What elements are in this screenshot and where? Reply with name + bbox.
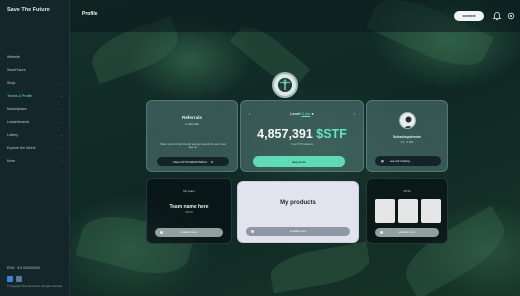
products-card: My products available soon	[237, 181, 359, 243]
sidebar-item-label: Teams & Profile	[7, 93, 33, 98]
sidebar-item-marketplace[interactable]: Marketplace ⌄	[7, 102, 67, 115]
chevron-down-icon: ⌄	[59, 158, 63, 163]
buy-more-button[interactable]: buy more	[253, 156, 345, 167]
full-ranking-button[interactable]: ▦ see full ranking	[375, 156, 441, 166]
chevron-down-icon: ⌄	[59, 106, 63, 111]
team-action-button[interactable]: available soon	[155, 228, 223, 237]
prev-level-icon[interactable]: ‹	[249, 111, 250, 116]
chevron-down-icon: ⌄	[59, 145, 63, 150]
chevron-down-icon: ⌄	[59, 93, 63, 98]
chevron-down-icon: ⌄	[59, 80, 63, 85]
level-row: ‹ Level 0 pts ● ›	[241, 111, 363, 116]
sidebar: Save The Future Website SaveFuture Shop ⌄…	[0, 0, 70, 296]
sidebar-footer: ENG · $ 0.000000000 © Copyright Save the…	[7, 266, 65, 288]
referral-link-text: https://STF/A3E6F7E8A4	[173, 159, 207, 164]
sidebar-item-shop[interactable]: Shop ⌄	[7, 76, 67, 89]
discord-icon[interactable]	[16, 276, 22, 282]
bell-icon[interactable]	[492, 11, 502, 21]
sidebar-item-label: Explore the World	[7, 145, 36, 150]
level-label: Level 0 pts ●	[290, 111, 314, 116]
chevron-down-icon: ⌄	[59, 119, 63, 124]
user-stats: 0 0 · 0 000	[400, 141, 414, 144]
nfts-card: NFTs available soon	[366, 178, 448, 244]
nfts-action-button[interactable]: available soon	[375, 228, 439, 237]
sidebar-item-teams-profile[interactable]: Teams & Profile ⌄	[7, 89, 67, 102]
nft-thumbnail[interactable]	[421, 199, 441, 223]
sidebar-item-label: SaveFuture	[7, 67, 26, 72]
top-bar: Profile connect	[70, 0, 520, 32]
lock-icon	[380, 231, 383, 234]
balance-subtitle: Your STF balance	[290, 142, 314, 146]
lock-icon	[251, 230, 254, 233]
referrals-description: Share your link with friends and get rew…	[159, 143, 227, 150]
language-selector[interactable]: ENG · $ 0.000000000	[7, 266, 65, 270]
twitter-icon[interactable]	[7, 276, 13, 282]
products-title: My products	[280, 200, 316, 206]
referral-link-field[interactable]: https://STF/A3E6F7E8A4 ⧉	[157, 157, 229, 166]
copy-icon[interactable]: ⧉	[211, 160, 213, 164]
sidebar-item-lottery[interactable]: Lottery ⌄	[7, 128, 67, 141]
team-card: My team Team name here #2134 available s…	[146, 178, 232, 244]
avatar[interactable]	[399, 112, 416, 129]
sidebar-nav: Website SaveFuture Shop ⌄ Teams & Profile…	[7, 50, 67, 167]
sidebar-item-label: Marketplace	[7, 106, 27, 111]
sidebar-item-label: Website	[7, 54, 20, 59]
sidebar-item-label: Shop	[7, 80, 16, 85]
next-level-icon[interactable]: ›	[354, 111, 355, 116]
nft-thumbnail[interactable]	[375, 199, 395, 223]
info-icon: ●	[311, 111, 314, 116]
nfts-heading: NFTs	[403, 189, 411, 193]
sidebar-item-leaderboards[interactable]: Leaderboards ⌄	[7, 115, 67, 128]
user-name: Subschupstreder	[393, 135, 421, 139]
gear-icon[interactable]	[506, 11, 516, 21]
nft-thumbnail[interactable]	[398, 199, 418, 223]
copyright-text: © Copyright Save the Future. All rights …	[7, 285, 63, 288]
page-title: Profile	[82, 11, 98, 17]
sidebar-item-website[interactable]: Website	[7, 50, 67, 63]
palm-icon	[278, 78, 292, 92]
balance-card: ‹ Level 0 pts ● › 4,857,391 $STF Your ST…	[240, 100, 364, 172]
sidebar-item-explore[interactable]: Explore the World ⌄	[7, 141, 67, 154]
team-name: Team name here	[169, 204, 209, 210]
ranking-icon: ▦	[381, 159, 384, 163]
referrals-count: 0 referrals	[185, 122, 199, 126]
connect-button[interactable]: connect	[454, 11, 484, 21]
profile-emblem	[272, 72, 298, 98]
sidebar-item-label: More	[7, 158, 16, 163]
referrals-card: Referrals 0 referrals Share your link wi…	[146, 100, 238, 172]
chevron-down-icon: ⌄	[59, 132, 63, 137]
products-action-button[interactable]: available soon	[246, 227, 350, 236]
lock-icon	[160, 231, 163, 234]
team-heading: My team	[183, 189, 195, 193]
team-id: #2134	[185, 211, 193, 214]
sidebar-item-more[interactable]: More ⌄	[7, 154, 67, 167]
sidebar-item-label: Lottery	[7, 132, 18, 137]
sidebar-item-savefuture[interactable]: SaveFuture	[7, 63, 67, 76]
sidebar-item-label: Leaderboards	[7, 119, 30, 124]
referrals-title: Referrals	[182, 115, 202, 120]
ranking-label: see full ranking	[389, 159, 411, 163]
user-card: Subschupstreder 0 0 · 0 000 ▦ see full r…	[366, 100, 448, 172]
social-links	[7, 276, 65, 282]
balance-amount: 4,857,391 $STF	[257, 127, 347, 141]
app-logo[interactable]: Save The Future	[7, 7, 50, 13]
